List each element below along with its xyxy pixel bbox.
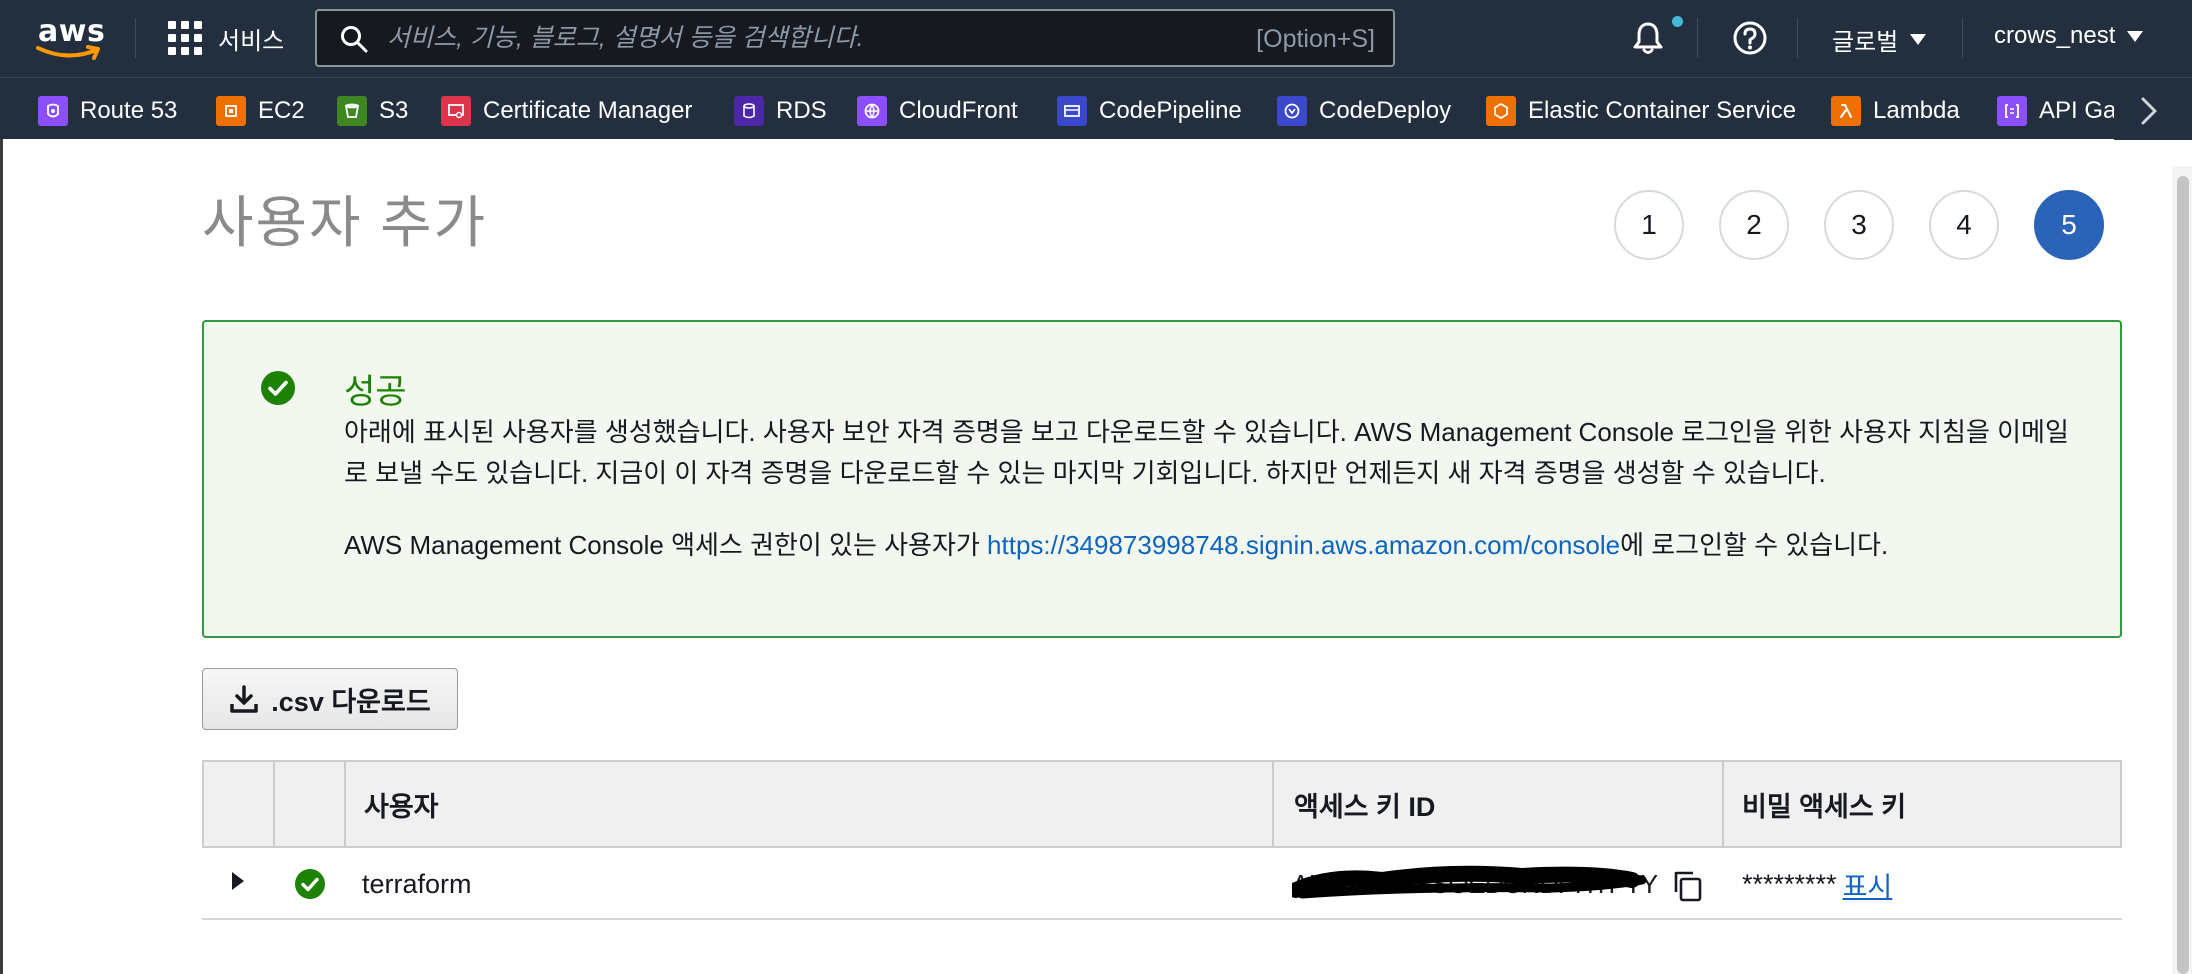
codepipeline-icon xyxy=(1057,96,1087,126)
favorite-ecs[interactable]: Elastic Container Service xyxy=(1486,95,1796,127)
account-menu[interactable]: crows_nest xyxy=(1994,22,2144,50)
column-divider xyxy=(273,762,275,846)
expand-row-icon[interactable] xyxy=(232,872,244,890)
grid-menu-icon xyxy=(168,21,202,55)
favorite-api-gateway[interactable]: API Gat xyxy=(1997,95,2123,127)
favorite-certificate-manager[interactable]: Certificate Manager xyxy=(441,95,692,127)
redaction-scribble xyxy=(1292,865,1647,899)
show-secret-link[interactable]: 표시 xyxy=(1843,865,1893,904)
notification-dot xyxy=(1672,16,1683,27)
success-check-icon xyxy=(261,371,295,405)
cloudfront-icon xyxy=(857,96,887,126)
search-input[interactable] xyxy=(387,19,1167,57)
alert-title: 성공 xyxy=(344,373,407,411)
column-header-access-key-id[interactable]: 액세스 키 ID xyxy=(1294,762,1435,846)
download-csv-button[interactable]: .csv 다운로드 xyxy=(202,668,458,730)
favorite-rds[interactable]: RDS xyxy=(734,95,827,127)
success-check-icon xyxy=(295,869,325,899)
favorite-label: CodeDeploy xyxy=(1319,97,1452,124)
access-key-id-cell: AKIAVDEXFSOEDCNDPHTPTY xyxy=(1292,848,1662,920)
ecs-icon xyxy=(1486,96,1516,126)
favorite-codepipeline[interactable]: CodePipeline xyxy=(1057,95,1242,127)
search-icon xyxy=(341,26,368,53)
success-alert: 성공 아래에 표시된 사용자를 생성했습니다. 사용자 보안 자격 증명을 보고… xyxy=(202,320,2122,638)
favorite-label: Route 53 xyxy=(80,97,178,124)
page-title: 사용자 추가 xyxy=(202,191,488,254)
table-row: terraform AKIAVDEXFSOEDCNDPHTPTY *******… xyxy=(202,848,2122,920)
secret-key-masked: ********* xyxy=(1742,868,1837,899)
region-selector[interactable]: 글로벌 xyxy=(1832,22,1927,57)
alert-console-suffix: 에 로그인할 수 있습니다. xyxy=(1620,530,1889,560)
column-divider xyxy=(344,762,346,846)
wizard-step-4[interactable]: 4 xyxy=(1929,190,1999,260)
wizard-step-2[interactable]: 2 xyxy=(1719,190,1789,260)
alert-console-prefix: AWS Management Console 액세스 권한이 있는 사용자가 xyxy=(344,530,988,560)
favorite-label: CloudFront xyxy=(899,97,1018,124)
lambda-icon xyxy=(1831,96,1861,126)
caret-down-icon xyxy=(2127,30,2144,42)
nav-divider xyxy=(1962,18,1963,58)
alert-body: 아래에 표시된 사용자를 생성했습니다. 사용자 보안 자격 증명을 보고 다운… xyxy=(344,412,2084,566)
favorite-label: CodePipeline xyxy=(1099,97,1242,124)
ec2-icon xyxy=(216,96,246,126)
download-csv-label: .csv 다운로드 xyxy=(271,686,431,717)
favorite-label: Certificate Manager xyxy=(483,97,693,124)
column-header-secret-key[interactable]: 비밀 액세스 키 xyxy=(1742,762,1906,846)
favorites-bar: Route 53 EC2 S3 Certificate Manager RDS … xyxy=(0,77,2192,140)
favorite-label: S3 xyxy=(379,97,409,124)
user-name-cell: terraform xyxy=(362,868,472,899)
download-icon xyxy=(230,685,259,713)
favorite-s3[interactable]: S3 xyxy=(337,95,408,127)
favorite-label: API Gat xyxy=(2039,97,2124,124)
secret-key-cell: ********* 표시 xyxy=(1742,848,1892,920)
user-credentials-table: 사용자 액세스 키 ID 비밀 액세스 키 terraform AKIAVDEX… xyxy=(202,760,2122,920)
wizard-step-3[interactable]: 3 xyxy=(1824,190,1894,260)
services-label: 서비스 xyxy=(218,27,285,55)
route53-icon xyxy=(38,96,68,126)
nav-divider xyxy=(1697,18,1698,58)
favorite-label: EC2 xyxy=(258,97,305,124)
favorite-codedeploy[interactable]: CodeDeploy xyxy=(1277,95,1451,127)
region-label: 글로벌 xyxy=(1832,29,1899,56)
chevron-right-icon[interactable] xyxy=(2134,94,2164,128)
wizard-step-1[interactable]: 1 xyxy=(1614,190,1684,260)
favorite-lambda[interactable]: Lambda xyxy=(1831,95,1960,127)
help-icon[interactable] xyxy=(1730,18,1770,58)
nav-divider xyxy=(135,18,136,58)
aws-logo[interactable]: aws xyxy=(34,14,105,62)
search-box[interactable]: [Option+S] xyxy=(315,9,1395,67)
alert-message: 아래에 표시된 사용자를 생성했습니다. 사용자 보안 자격 증명을 보고 다운… xyxy=(344,417,2069,488)
api-gateway-icon xyxy=(1997,96,2027,126)
services-menu-button[interactable]: 서비스 xyxy=(168,20,284,56)
caret-down-icon xyxy=(1910,34,1927,45)
column-header-user[interactable]: 사용자 xyxy=(364,762,439,846)
account-label: crows_nest xyxy=(1994,22,2116,49)
column-divider xyxy=(1272,762,1274,846)
favorite-route53[interactable]: Route 53 xyxy=(38,95,177,127)
notifications-bell-icon[interactable] xyxy=(1628,18,1668,58)
wizard-step-5-active[interactable]: 5 xyxy=(2034,190,2104,260)
alert-console-info: AWS Management Console 액세스 권한이 있는 사용자가 h… xyxy=(344,525,2084,566)
favorite-label: Elastic Container Service xyxy=(1528,97,1797,124)
favorite-label: Lambda xyxy=(1873,97,1960,124)
aws-smile-icon xyxy=(36,45,100,60)
console-signin-link[interactable]: https://349873998748.signin.aws.amazon.c… xyxy=(987,530,1620,560)
scrollbar-thumb[interactable] xyxy=(2177,176,2189,974)
search-shortcut-hint: [Option+S] xyxy=(1256,25,1375,53)
s3-icon xyxy=(337,96,367,126)
favorite-ec2[interactable]: EC2 xyxy=(216,95,305,127)
top-navigation: aws 서비스 [Option+S] 글로벌 crow xyxy=(0,0,2192,77)
copy-icon[interactable] xyxy=(1670,868,1706,904)
favorite-label: RDS xyxy=(776,97,827,124)
table-header: 사용자 액세스 키 ID 비밀 액세스 키 xyxy=(202,760,2122,848)
codedeploy-icon xyxy=(1277,96,1307,126)
nav-divider xyxy=(1797,18,1798,58)
favorite-cloudfront[interactable]: CloudFront xyxy=(857,95,1018,127)
rds-icon xyxy=(734,96,764,126)
window-edge xyxy=(0,139,3,974)
column-divider xyxy=(1722,762,1724,846)
certificate-manager-icon xyxy=(441,96,471,126)
